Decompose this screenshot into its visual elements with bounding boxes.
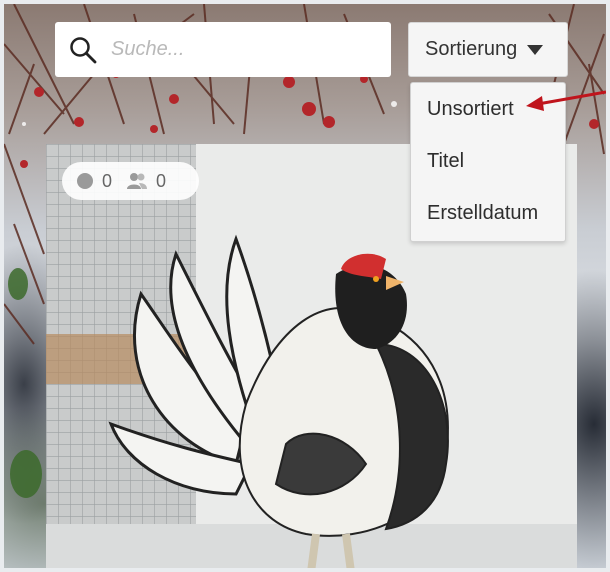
sort-option-created-date[interactable]: Erstelldatum [427,202,538,225]
sort-option-unsorted[interactable]: Unsortiert [427,98,514,121]
sort-dropdown-button[interactable]: Sortierung [408,22,568,77]
screen: 0 0 Sortierung Unsortiert Titel Erstelld… [4,4,606,568]
annotation-arrow-icon [526,90,606,111]
followers-count-value: 0 [156,170,167,191]
search-bar[interactable] [55,22,391,77]
followers-count: 0 [126,171,166,192]
search-input[interactable] [109,37,363,62]
post-stats-pill: 0 0 [62,162,199,200]
search-icon [70,36,97,63]
comment-bubble-icon [77,173,93,189]
users-icon [127,173,148,189]
sort-label: Sortierung [425,38,518,60]
comments-count-value: 0 [102,170,113,191]
sort-option-title[interactable]: Titel [427,150,464,173]
caret-down-icon [527,44,544,55]
comments-count: 0 [76,171,112,192]
